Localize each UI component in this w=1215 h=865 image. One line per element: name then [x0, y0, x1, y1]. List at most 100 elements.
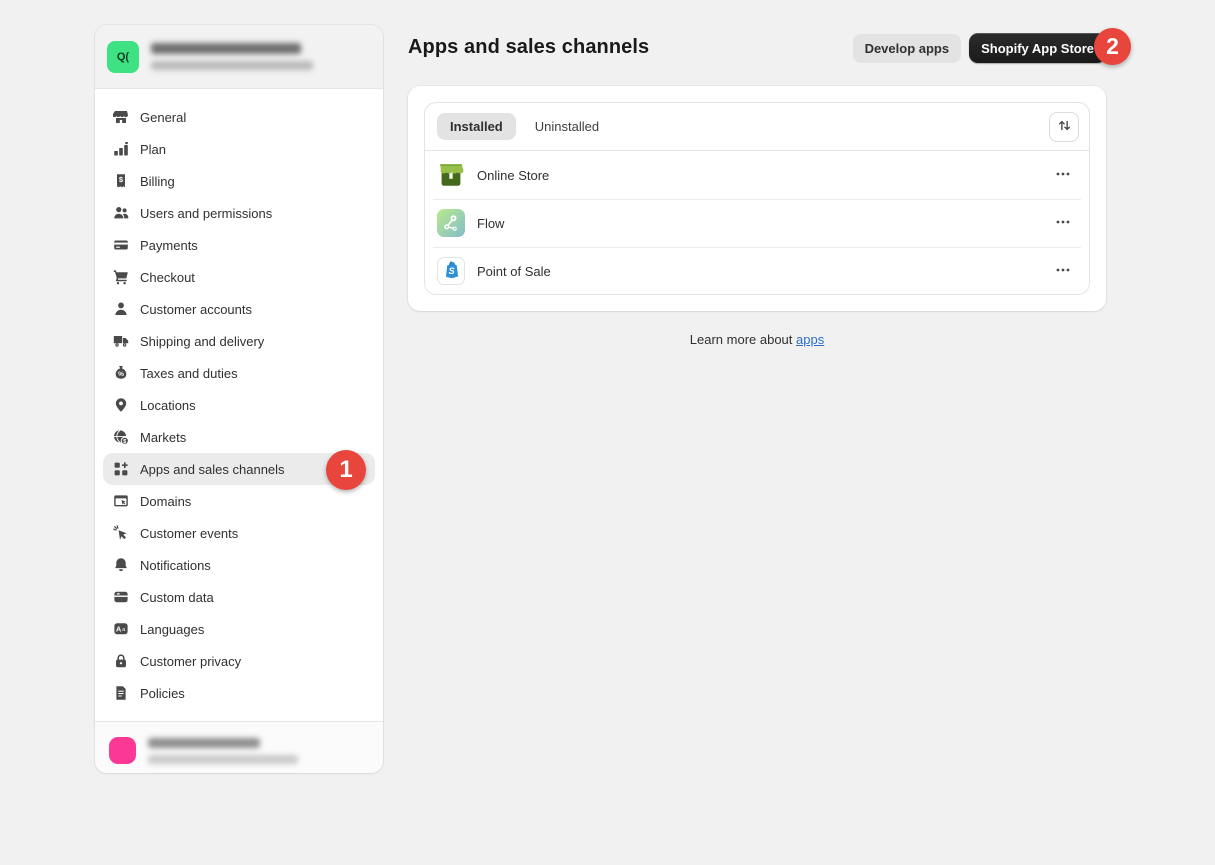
sidebar-item-customer-privacy[interactable]: Customer privacy	[103, 645, 375, 677]
horizontal-dots-icon	[1055, 166, 1071, 185]
sidebar-item-markets[interactable]: $ Markets	[103, 421, 375, 453]
store-name-redacted	[151, 43, 301, 54]
svg-text:A: A	[116, 625, 122, 634]
sidebar-item-label: General	[140, 110, 186, 125]
taxes-bag-icon: %	[113, 365, 129, 381]
sidebar-item-label: Payments	[140, 238, 198, 253]
horizontal-dots-icon	[1055, 262, 1071, 281]
store-avatar-initials: Q(	[117, 51, 129, 63]
annotation-badge-2: 2	[1094, 28, 1131, 65]
sidebar-item-policies[interactable]: Policies	[103, 677, 375, 709]
sidebar-item-label: Domains	[140, 494, 191, 509]
sidebar-item-payments[interactable]: Payments	[103, 229, 375, 261]
sidebar-item-label: Customer accounts	[140, 302, 252, 317]
apps-help-link[interactable]: apps	[796, 332, 824, 347]
domains-window-icon	[113, 493, 129, 509]
sidebar-item-general[interactable]: General	[103, 101, 375, 133]
sidebar-item-label: Customer events	[140, 526, 238, 541]
svg-text:S: S	[449, 266, 455, 276]
sidebar-item-languages[interactable]: Aa Languages	[103, 613, 375, 645]
sidebar-item-label: Markets	[140, 430, 186, 445]
user-name-redacted	[148, 738, 260, 748]
app-row-online-store[interactable]: Online Store	[425, 151, 1089, 199]
point-of-sale-menu-button[interactable]	[1049, 257, 1077, 285]
sidebar-item-label: Billing	[140, 174, 175, 189]
bell-icon	[113, 557, 129, 573]
sidebar-item-domains[interactable]: Domains	[103, 485, 375, 517]
page-title: Apps and sales channels	[408, 36, 649, 59]
store-identity	[151, 43, 313, 70]
sidebar-item-billing[interactable]: $ Billing	[103, 165, 375, 197]
settings-sidebar: Q( General Plan $ Billing Users and perm…	[95, 25, 383, 773]
sidebar-item-label: Notifications	[140, 558, 211, 573]
app-row-point-of-sale[interactable]: S Point of Sale	[425, 247, 1089, 295]
sidebar-item-shipping-and-delivery[interactable]: Shipping and delivery	[103, 325, 375, 357]
sidebar-item-taxes-and-duties[interactable]: % Taxes and duties	[103, 357, 375, 389]
sidebar-item-label: Taxes and duties	[140, 366, 238, 381]
sidebar-item-label: Locations	[140, 398, 196, 413]
sidebar-item-checkout[interactable]: Checkout	[103, 261, 375, 293]
truck-icon	[113, 333, 129, 349]
app-row-flow[interactable]: Flow	[425, 199, 1089, 247]
cursor-click-icon	[113, 525, 129, 541]
tab-installed[interactable]: Installed	[437, 113, 516, 140]
sort-button[interactable]	[1049, 112, 1079, 142]
tab-uninstalled[interactable]: Uninstalled	[522, 113, 612, 140]
up-down-arrows-icon	[1057, 118, 1072, 136]
sidebar-item-label: Apps and sales channels	[140, 462, 285, 477]
store-avatar: Q(	[107, 41, 139, 73]
annotation-badge-1: 1	[326, 450, 366, 490]
languages-icon: Aa	[113, 621, 129, 637]
point-of-sale-icon: S	[437, 257, 465, 285]
storefront-icon	[113, 109, 129, 125]
sidebar-item-label: Languages	[140, 622, 204, 637]
sidebar-item-custom-data[interactable]: Custom data	[103, 581, 375, 613]
app-name: Online Store	[477, 168, 549, 183]
svg-text:%: %	[118, 371, 124, 378]
checkout-cart-icon	[113, 269, 129, 285]
app-name: Flow	[477, 216, 504, 231]
store-email-redacted	[151, 61, 313, 70]
apps-card: Installed Uninstalled Online Store Flow …	[408, 86, 1106, 311]
sidebar-item-customer-events[interactable]: Customer events	[103, 517, 375, 549]
settings-nav: General Plan $ Billing Users and permiss…	[95, 89, 383, 721]
plan-chart-icon	[113, 141, 129, 157]
online-store-menu-button[interactable]	[1049, 161, 1077, 189]
flow-menu-button[interactable]	[1049, 209, 1077, 237]
user-avatar	[109, 737, 136, 764]
sidebar-item-label: Policies	[140, 686, 185, 701]
account-user[interactable]	[95, 721, 383, 773]
location-pin-icon	[113, 397, 129, 413]
sidebar-item-notifications[interactable]: Notifications	[103, 549, 375, 581]
sidebar-item-label: Checkout	[140, 270, 195, 285]
sidebar-item-label: Shipping and delivery	[140, 334, 264, 349]
online-store-icon	[437, 161, 465, 189]
header-actions: Develop apps Shopify App Store	[866, 33, 1106, 63]
store-switcher[interactable]: Q(	[95, 25, 383, 89]
users-icon	[113, 205, 129, 221]
policies-doc-icon	[113, 685, 129, 701]
shopify-app-store-button[interactable]: Shopify App Store	[969, 33, 1106, 63]
sidebar-item-label: Customer privacy	[140, 654, 241, 669]
lock-icon	[113, 653, 129, 669]
sidebar-item-label: Plan	[140, 142, 166, 157]
sidebar-item-users-and-permissions[interactable]: Users and permissions	[103, 197, 375, 229]
person-icon	[113, 301, 129, 317]
payments-icon	[113, 237, 129, 253]
markets-globe-icon: $	[113, 429, 129, 445]
sidebar-item-label: Users and permissions	[140, 206, 272, 221]
flow-icon	[437, 209, 465, 237]
apps-list-container: Installed Uninstalled Online Store Flow …	[424, 102, 1090, 295]
sidebar-item-customer-accounts[interactable]: Customer accounts	[103, 293, 375, 325]
develop-apps-button[interactable]: Develop apps	[853, 34, 962, 62]
custom-data-icon	[113, 589, 129, 605]
horizontal-dots-icon	[1055, 214, 1071, 233]
learn-more-text: Learn more about	[690, 332, 796, 347]
learn-more-note: Learn more about apps	[408, 332, 1106, 347]
sidebar-item-plan[interactable]: Plan	[103, 133, 375, 165]
sidebar-item-locations[interactable]: Locations	[103, 389, 375, 421]
billing-receipt-icon: $	[113, 173, 129, 189]
user-identity	[148, 738, 298, 764]
user-email-redacted	[148, 755, 298, 764]
sidebar-item-label: Custom data	[140, 590, 214, 605]
